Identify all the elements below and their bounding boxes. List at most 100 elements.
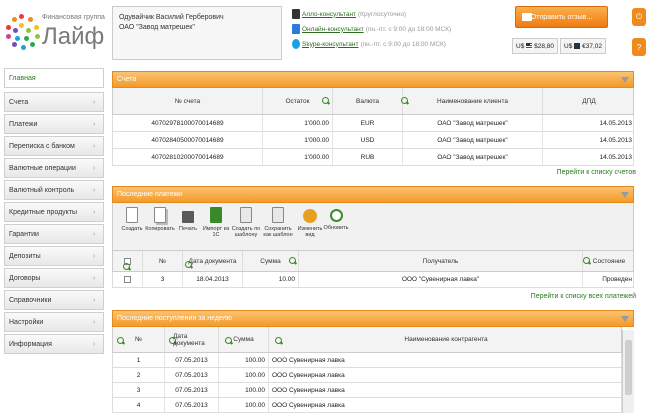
logo-subtitle: Финансовая группа (42, 14, 105, 21)
collapse-icon[interactable] (621, 316, 629, 322)
payment-number: 3 (143, 272, 183, 287)
collapse-icon[interactable] (621, 77, 629, 83)
payments-panel-header[interactable]: Последние платежи (112, 186, 634, 203)
logo-dots-icon (4, 14, 40, 50)
sidebar-item-settings[interactable]: Настройки › (4, 312, 104, 332)
sidebar-item-label: Переписка с банком (9, 142, 75, 150)
currency-usd-value: $28,80 (534, 42, 554, 50)
sidebar-item-label: Главная (9, 74, 36, 82)
search-icon[interactable] (322, 97, 330, 105)
col-currency[interactable]: Валюта (333, 88, 403, 114)
user-info-box: Одувайчик Василий Герберович ОАО "Завод … (112, 6, 282, 60)
sidebar-item-contracts[interactable]: Договоры › (4, 268, 104, 288)
chevron-right-icon: › (93, 121, 96, 128)
account-client: ОАО "Завод матрешек" (403, 149, 543, 165)
toolbar-label: Изменить вид (297, 226, 323, 238)
account-dpd: 14.05.2013 (599, 136, 632, 144)
currency-usd: U$ $28,80 (512, 38, 558, 54)
toolbar-copy-button[interactable]: Копировать (145, 207, 175, 232)
chevron-right-icon: › (93, 99, 96, 106)
toolbar-import-button[interactable]: Импорт из 1С (201, 207, 231, 238)
toolbar-print-button[interactable]: Печать (173, 207, 203, 232)
sidebar-item-label: Договоры (9, 274, 41, 282)
help-icon[interactable]: ? (632, 38, 646, 56)
sidebar-item-currency-control[interactable]: Валютный контроль › (4, 180, 104, 200)
accounts-list-link[interactable]: Перейти к списку счетов (557, 169, 636, 176)
eu-flag-icon (574, 43, 581, 49)
logo-dot (26, 28, 31, 33)
col-payment-status[interactable]: Состояние (583, 251, 635, 271)
toolbar-create-button[interactable]: Создать (117, 207, 147, 232)
consultant-phone-link[interactable]: Алло-консультант (302, 11, 356, 18)
accounts-panel-header[interactable]: Счета (112, 71, 634, 88)
payments-list-link[interactable]: Перейти к списку всех платежей (531, 293, 636, 300)
incoming-panel-header[interactable]: Последние поступления за неделю (112, 310, 634, 327)
table-row[interactable]: 40702978100070014689 1'000.00 EUR ОАО "З… (112, 115, 634, 132)
sidebar-item-label: Депозиты (9, 252, 41, 260)
chevron-right-icon: › (93, 209, 96, 216)
sidebar-item-currency-ops[interactable]: Валютные операции › (4, 158, 104, 178)
sidebar-item-payments[interactable]: Платежи › (4, 114, 104, 134)
sidebar-item-references[interactable]: Справочники › (4, 290, 104, 310)
consultant-phone[interactable]: Алло-консультант (Круглосуточно) (292, 8, 406, 20)
currency-eur-code: U$ (564, 42, 573, 50)
col-incoming-date[interactable]: Дата документа (165, 327, 219, 352)
incoming-scrollbar[interactable] (622, 330, 634, 413)
consultant-online-link[interactable]: Онлайн-консультант (302, 26, 364, 33)
toolbar-save-template-button[interactable]: Сохранить как шаблон (263, 207, 293, 238)
table-row[interactable]: 4 07.05.2013 100.00 ООО Сувенирная лавка (112, 398, 622, 413)
toolbar-refresh-button[interactable]: Обновить (321, 207, 351, 231)
collapse-icon[interactable] (621, 192, 629, 198)
sidebar-item-credit[interactable]: Кредитные продукты › (4, 202, 104, 222)
account-number: 40702810200070014689 (113, 149, 263, 165)
col-account-number[interactable]: № счета (113, 88, 263, 114)
scrollbar-thumb[interactable] (625, 340, 632, 395)
table-row[interactable]: 40702810200070014689 1'000.00 RUB ОАО "З… (112, 149, 634, 166)
col-dpd[interactable]: ДПД (543, 88, 635, 114)
incoming-amount: 100.00 (219, 353, 269, 367)
table-row[interactable]: 40702840500070014689 1'000.00 USD ОАО "З… (112, 132, 634, 149)
account-dpd: 14.05.2013 (599, 119, 632, 127)
col-payment-recipient[interactable]: Получатель (299, 251, 583, 271)
account-currency: EUR (333, 115, 403, 131)
account-currency: RUB (333, 149, 403, 165)
sidebar-item-label: Информация (9, 340, 52, 348)
power-icon[interactable]: ⏻ (632, 8, 646, 26)
search-icon[interactable] (185, 261, 193, 269)
toolbar-from-template-button[interactable]: Создать по шаблону (231, 207, 261, 238)
incoming-table-header: № Дата документа Сумма Наименование конт… (112, 327, 622, 353)
consultant-skype[interactable]: Skype-консультант (пн.-пт. с 9:00 до 18:… (292, 38, 446, 50)
chat-icon (292, 24, 300, 34)
search-icon[interactable] (289, 257, 297, 265)
sidebar-item-guarantees[interactable]: Гарантии › (4, 224, 104, 244)
col-client-name[interactable]: Наименование клиента (403, 88, 543, 114)
incoming-number: 4 (113, 398, 165, 412)
incoming-date: 07.05.2013 (165, 383, 219, 397)
sidebar-item-home[interactable]: Главная (4, 68, 104, 88)
consultant-online[interactable]: Онлайн-консультант (пн.-пт. с 9:00 до 18… (292, 23, 451, 35)
table-row[interactable]: 1 07.05.2013 100.00 ООО Сувенирная лавка (112, 353, 622, 368)
save-template-icon (272, 207, 284, 223)
logo-dot (15, 36, 20, 41)
sidebar-item-info[interactable]: Информация › (4, 334, 104, 354)
account-client: ОАО "Завод матрешек" (403, 115, 543, 131)
logo[interactable]: Финансовая группа Лайф (4, 6, 105, 56)
col-payment-number[interactable]: № (143, 251, 183, 271)
feedback-button[interactable]: Отправить отзыв... (515, 6, 608, 28)
row-checkbox[interactable] (124, 276, 131, 283)
table-row[interactable]: 2 07.05.2013 100.00 ООО Сувенирная лавка (112, 368, 622, 383)
search-icon[interactable] (123, 263, 131, 271)
accounts-table-header: № счета Остаток Валюта Наименование клие… (112, 88, 634, 115)
logo-dot (28, 17, 33, 22)
col-incoming-amount[interactable]: Сумма (219, 327, 269, 352)
incoming-number: 3 (113, 383, 165, 397)
consultant-skype-link[interactable]: Skype-консультант (302, 41, 358, 48)
col-incoming-counterparty[interactable]: Наименование контрагента (269, 327, 623, 352)
toolbar-label: Обновить (323, 225, 349, 231)
table-row[interactable]: 3 07.05.2013 100.00 ООО Сувенирная лавка (112, 383, 622, 398)
sidebar-item-deposits[interactable]: Депозиты › (4, 246, 104, 266)
sidebar-item-correspondence[interactable]: Переписка с банком › (4, 136, 104, 156)
col-incoming-number[interactable]: № (113, 327, 165, 352)
table-row[interactable]: 3 18.04.2013 10.00 ООО "Сувенирная лавка… (112, 272, 634, 288)
sidebar-item-accounts[interactable]: Счета › (4, 92, 104, 112)
